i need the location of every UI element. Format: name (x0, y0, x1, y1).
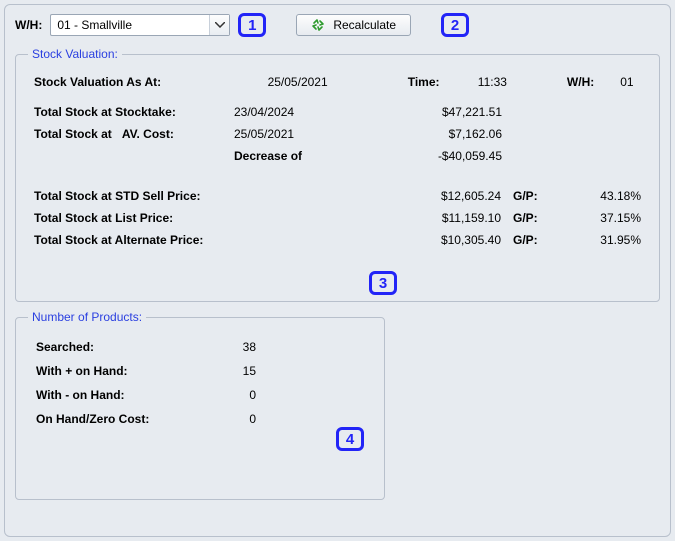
gp-label: G/P: (507, 229, 547, 251)
stocktake-date: 23/04/2024 (228, 101, 348, 123)
list-amount: $11,159.10 (417, 207, 507, 229)
avcost-label: Total Stock at AV. Cost: (28, 123, 228, 145)
stock-valuation-header-row: Stock Valuation As At: 25/05/2021 Time: … (28, 71, 647, 93)
table-row: Total Stock at Alternate Price: $10,305.… (28, 229, 647, 251)
table-row: Total Stock at List Price: $11,159.10 G/… (28, 207, 647, 229)
callout-3: 3 (369, 271, 397, 295)
callout-2: 2 (441, 13, 469, 37)
products-legend: Number of Products: (28, 310, 146, 324)
wh-combobox[interactable]: 01 - Smallville (50, 14, 230, 36)
stock-valuation-group: Stock Valuation: Stock Valuation As At: … (15, 47, 660, 302)
recycle-icon (311, 18, 325, 32)
sv-wh-label: W/H: (542, 71, 600, 93)
as-at-label: Stock Valuation As At: (28, 71, 262, 93)
list-label: Total Stock at List Price: (28, 207, 288, 229)
avcost-suffix: AV. Cost: (122, 127, 174, 141)
stocktake-label: Total Stock at Stocktake: (28, 101, 228, 123)
time-label: Time: (402, 71, 472, 93)
wh-label: W/H: (15, 18, 42, 32)
time-value: 11:33 (472, 71, 542, 93)
callout-1: 1 (238, 13, 266, 37)
avcost-date: 25/05/2021 (228, 123, 348, 145)
decrease-amount: -$40,059.45 (408, 145, 508, 167)
decrease-label: Decrease of (228, 145, 348, 167)
gp-label: G/P: (507, 207, 547, 229)
alt-amount: $10,305.40 (417, 229, 507, 251)
stock-valuation-legend: Stock Valuation: (28, 47, 122, 61)
avcost-prefix: Total Stock at (34, 127, 112, 141)
plus-value: 15 (212, 360, 262, 382)
searched-value: 38 (212, 336, 262, 358)
callout-4: 4 (336, 427, 364, 451)
products-group: Number of Products: Searched: 38 With + … (15, 310, 385, 500)
gp-label: G/P: (507, 185, 547, 207)
searched-label: Searched: (30, 336, 210, 358)
recalculate-button-label: Recalculate (333, 18, 396, 32)
table-row: On Hand/Zero Cost: 0 (30, 408, 262, 430)
chevron-down-icon (215, 22, 225, 28)
wh-combobox-value: 01 - Smallville (57, 18, 209, 32)
products-table: Searched: 38 With + on Hand: 15 With - o… (28, 334, 264, 432)
plus-label: With + on Hand: (30, 360, 210, 382)
as-at-value: 25/05/2021 (262, 71, 402, 93)
std-label: Total Stock at STD Sell Price: (28, 185, 288, 207)
zero-label: On Hand/Zero Cost: (30, 408, 210, 430)
stock-valuation-prices: Total Stock at STD Sell Price: $12,605.2… (28, 185, 647, 251)
std-pct: 43.18% (547, 185, 647, 207)
minus-label: With - on Hand: (30, 384, 210, 406)
stocktake-amount: $47,221.51 (408, 101, 508, 123)
minus-value: 0 (212, 384, 262, 406)
stock-valuation-totals: Total Stock at Stocktake: 23/04/2024 $47… (28, 101, 647, 167)
recalculate-button[interactable]: Recalculate (296, 14, 411, 36)
avcost-amount: $7,162.06 (408, 123, 508, 145)
table-row: With - on Hand: 0 (30, 384, 262, 406)
wh-combobox-dropdown-button[interactable] (209, 15, 229, 35)
sv-wh-value: 01 (600, 71, 647, 93)
app-frame: W/H: 01 - Smallville 1 Recalcul (4, 4, 671, 537)
toolbar: W/H: 01 - Smallville 1 Recalcul (15, 13, 660, 37)
alt-pct: 31.95% (547, 229, 647, 251)
table-row: Searched: 38 (30, 336, 262, 358)
table-row: Total Stock at STD Sell Price: $12,605.2… (28, 185, 647, 207)
alt-label: Total Stock at Alternate Price: (28, 229, 288, 251)
std-amount: $12,605.24 (417, 185, 507, 207)
list-pct: 37.15% (547, 207, 647, 229)
zero-value: 0 (212, 408, 262, 430)
table-row: With + on Hand: 15 (30, 360, 262, 382)
